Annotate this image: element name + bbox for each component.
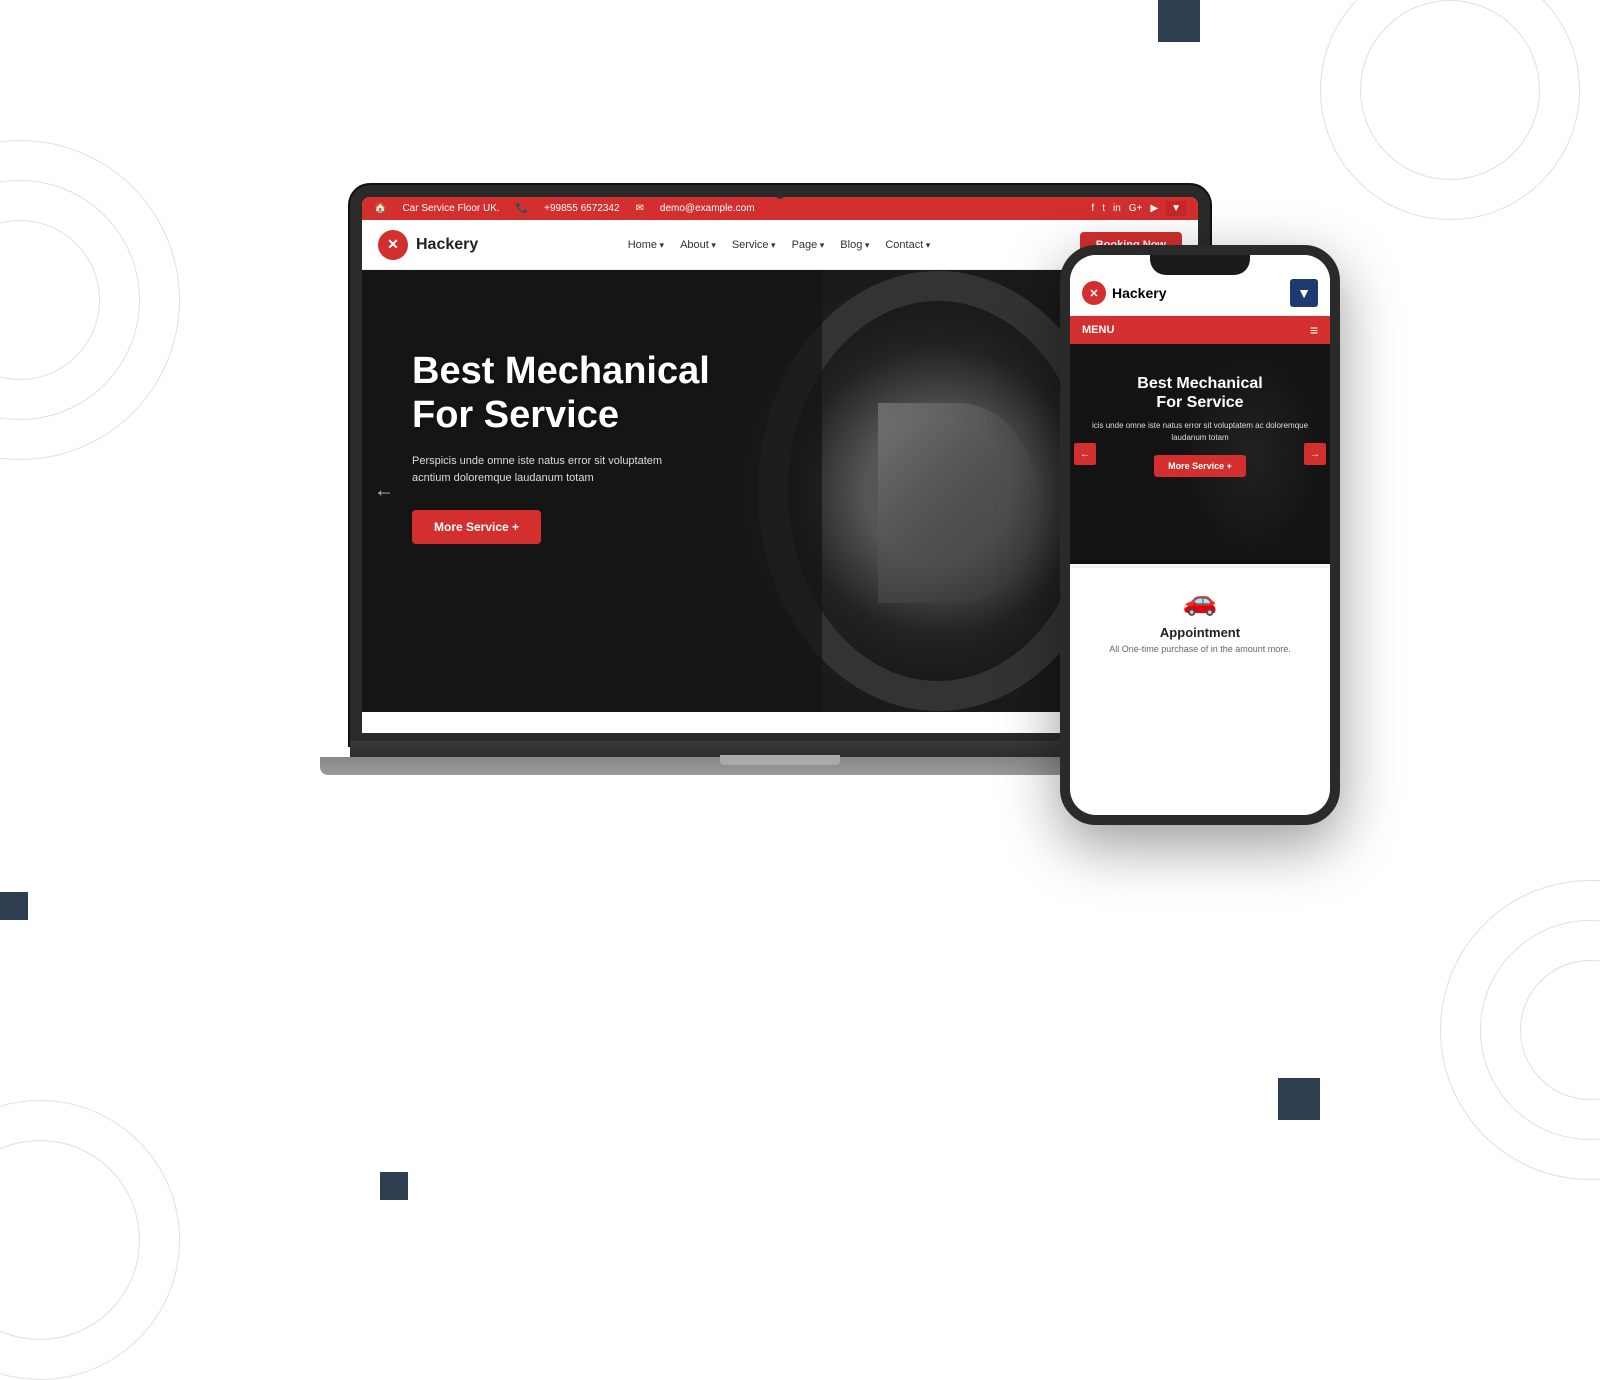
phone-hero: Best Mechanical For Service icis unde om… (1070, 344, 1330, 564)
hero-content: Best Mechanical For Service Perspicis un… (412, 350, 710, 544)
brand-name: Hackery (416, 236, 478, 254)
phone-hero-arrows: ← → (1070, 443, 1330, 465)
hero-title-line2: For Service (412, 394, 710, 438)
nav-blog[interactable]: Blog (840, 239, 869, 251)
lang-btn[interactable]: ▼ (1166, 201, 1186, 216)
phone-icon: 📞 (516, 203, 528, 214)
car-icon: 🚗 (1082, 584, 1318, 617)
phone-brand-name: Hackery (1112, 285, 1167, 301)
laptop-hinge (720, 755, 840, 765)
nav-service[interactable]: Service (732, 239, 776, 251)
topbar-address: Car Service Floor UK. (402, 203, 499, 214)
phone-logo-icon: ✕ (1082, 281, 1106, 305)
youtube-icon: ▶ (1150, 203, 1158, 214)
phone-device: ✕ Hackery ▼ MENU ≡ (1060, 245, 1340, 825)
nav-page[interactable]: Page (792, 239, 825, 251)
phone-service-section: 🚗 Appointment All One-time purchase of i… (1070, 567, 1330, 670)
nav-about[interactable]: About (680, 239, 716, 251)
phone-logo: ✕ Hackery (1082, 281, 1167, 305)
laptop-camera (775, 189, 785, 199)
nav-links: Home About Service Page Blog Contact (628, 239, 931, 251)
nav-logo: ✕ Hackery (378, 230, 478, 260)
nav-home[interactable]: Home (628, 239, 664, 251)
instagram-icon: in (1113, 203, 1121, 214)
phone-hero-text: icis unde omne iste natus error sit volu… (1082, 420, 1318, 442)
nav-contact[interactable]: Contact (885, 239, 930, 251)
hero-cta-button[interactable]: More Service + (412, 510, 541, 544)
main-content: 🏠 Car Service Floor UK. 📞 +99855 6572342… (0, 0, 1600, 1200)
phone-hero-title-line2: For Service (1082, 393, 1318, 412)
topbar-left: 🏠 Car Service Floor UK. 📞 +99855 6572342… (374, 203, 755, 214)
hero-title: Best Mechanical For Service (412, 350, 710, 437)
phone-bezel: ✕ Hackery ▼ MENU ≡ (1060, 245, 1340, 825)
phone-next-arrow[interactable]: → (1304, 443, 1326, 465)
logo-icon: ✕ (378, 230, 408, 260)
phone-prev-arrow[interactable]: ← (1074, 443, 1096, 465)
gplus-icon: G+ (1129, 203, 1143, 214)
devices-wrapper: 🏠 Car Service Floor UK. 📞 +99855 6572342… (300, 125, 1300, 1075)
topbar-email: demo@example.com (660, 203, 755, 214)
facebook-icon: f (1091, 203, 1094, 214)
hero-title-line1: Best Mechanical (412, 350, 710, 394)
phone-hero-title: Best Mechanical For Service (1082, 374, 1318, 412)
email-icon: ✉ (636, 203, 644, 214)
phone-service-text: All One-time purchase of in the amount m… (1082, 644, 1318, 654)
phone-notch (1150, 255, 1250, 275)
hero-prev-arrow[interactable]: ← (374, 480, 394, 503)
phone-menu-button[interactable]: ▼ (1290, 279, 1318, 307)
phone-service-title: Appointment (1082, 625, 1318, 640)
phone-menu-label: MENU (1082, 324, 1114, 336)
twitter-icon: t (1102, 203, 1105, 214)
topbar-right: f t in G+ ▶ ▼ (1091, 201, 1186, 216)
hamburger-icon[interactable]: ≡ (1310, 322, 1318, 338)
home-icon: 🏠 (374, 203, 386, 214)
hero-subtitle: Perspicis unde omne iste natus error sit… (412, 453, 692, 486)
website-topbar: 🏠 Car Service Floor UK. 📞 +99855 6572342… (362, 197, 1198, 220)
phone-hero-title-line1: Best Mechanical (1082, 374, 1318, 393)
phone-screen: ✕ Hackery ▼ MENU ≡ (1070, 255, 1330, 815)
phone-menu-bar: MENU ≡ (1070, 316, 1330, 344)
topbar-phone: +99855 6572342 (544, 203, 619, 214)
